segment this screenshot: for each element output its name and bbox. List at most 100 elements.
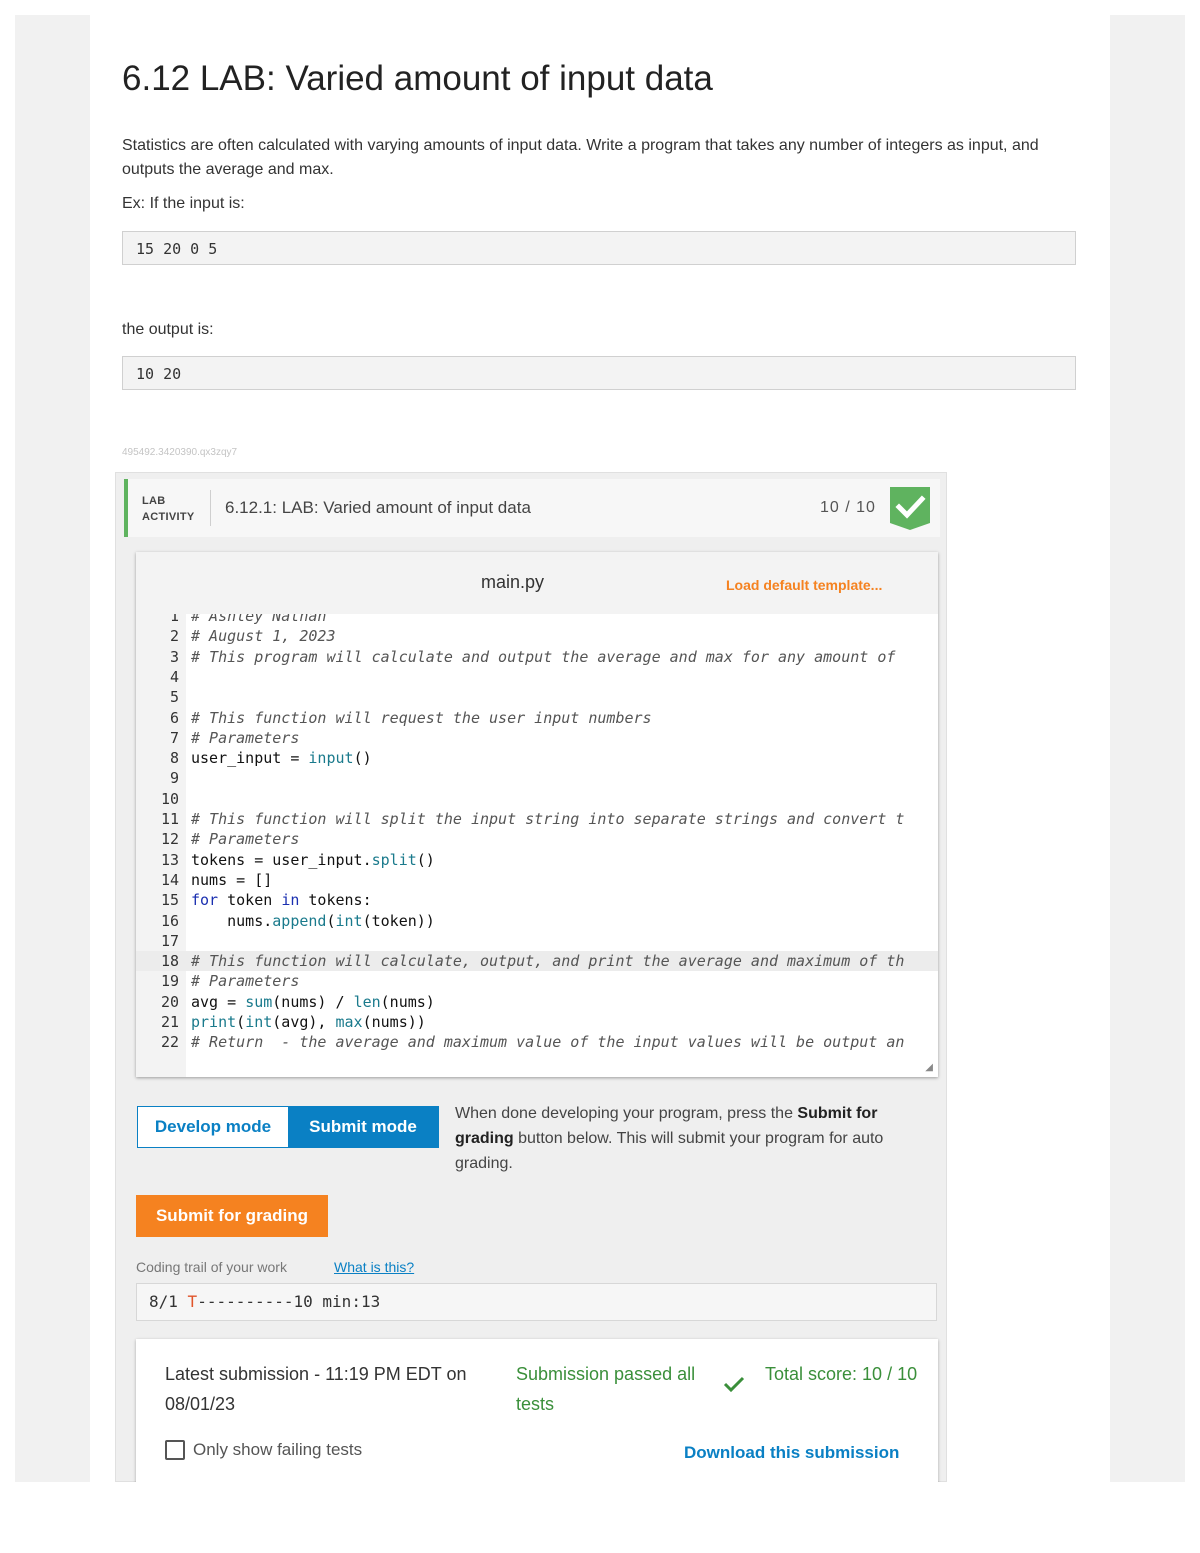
code-line[interactable]: 18 # This function will calculate, output…: [136, 951, 938, 972]
only-failing-checkbox[interactable]: [165, 1440, 185, 1460]
code-text: # August 1, 2023: [191, 627, 336, 646]
code-text: # This program will calculate and output…: [191, 647, 896, 666]
code-line[interactable]: 6 # This function will request the user i…: [136, 708, 938, 728]
lab-activity-tag: LAB ACTIVITY: [142, 493, 195, 525]
code-line[interactable]: 4: [136, 667, 938, 687]
lab-tag-line2: ACTIVITY: [142, 511, 195, 523]
code-line[interactable]: 10: [136, 789, 938, 809]
line-number: 9: [169, 769, 179, 788]
line-number: 21: [160, 1013, 179, 1031]
code-line[interactable]: 20 avg = sum(nums) / len(nums): [136, 992, 938, 1012]
code-line[interactable]: 8 user_input = input(): [136, 748, 938, 768]
code-text: for token in tokens:: [191, 891, 372, 910]
line-number: 4: [169, 667, 179, 686]
code-line[interactable]: 14 nums = []: [136, 870, 938, 890]
line-number: 16: [160, 911, 179, 930]
submission-result-panel: Latest submission - 11:19 PM EDT on 08/0…: [136, 1339, 938, 1482]
line-number: 11: [160, 810, 179, 828]
line-number: 13: [160, 850, 179, 869]
lab-page: 6.12 LAB: Varied amount of input data St…: [90, 15, 1110, 1482]
lab-activity-panel: LAB ACTIVITY 6.12.1: LAB: Varied amount …: [115, 472, 947, 1482]
code-line[interactable]: 17: [136, 931, 938, 951]
line-number: 3: [169, 647, 179, 666]
what-is-this-link[interactable]: What is this?: [334, 1259, 414, 1275]
resize-handle-icon[interactable]: ◢: [925, 1062, 933, 1073]
lab-activity-header: LAB ACTIVITY 6.12.1: LAB: Varied amount …: [124, 479, 940, 537]
check-badge-icon: [890, 487, 930, 530]
example-input-box: 15 20 0 5: [122, 231, 1076, 265]
line-number: 22: [160, 1033, 179, 1052]
coding-trail-marker: T: [187, 1292, 198, 1311]
lab-score: 10 / 10: [820, 499, 876, 516]
submit-mode-help: When done developing your program, press…: [455, 1101, 935, 1176]
problem-description: Statistics are often calculated with var…: [122, 137, 1039, 178]
code-line[interactable]: 5: [136, 687, 938, 707]
coding-trail-rest: ----------10 min:13: [197, 1292, 381, 1311]
file-name: main.py: [481, 572, 545, 592]
only-show-failing-toggle[interactable]: Only show failing tests: [165, 1440, 362, 1460]
lab-activity-title: 6.12.1: LAB: Varied amount of input data: [225, 498, 531, 517]
code-line[interactable]: 11 # This function will split the input s…: [136, 809, 938, 829]
code-line[interactable]: 7 # Parameters: [136, 728, 938, 748]
only-failing-label: Only show failing tests: [193, 1440, 363, 1459]
code-text: tokens = user_input.split(): [191, 850, 435, 869]
page-title: 6.12 LAB: Varied amount of input data: [122, 59, 713, 98]
lab-tag-line1: LAB: [142, 495, 166, 507]
line-number: 5: [169, 688, 179, 707]
line-number: 18: [160, 952, 179, 971]
develop-mode-button[interactable]: Develop mode: [138, 1107, 288, 1147]
line-number: 10: [160, 789, 179, 808]
line-number: 19: [160, 972, 179, 991]
code-text-area[interactable]: 1 # Ashley Nathan 2 # August 1, 2023 3 # This…: [136, 614, 938, 1077]
line-number: 8: [169, 749, 179, 768]
example-output-label: the output is:: [122, 321, 214, 338]
line-number: 17: [160, 931, 179, 950]
code-line[interactable]: 9: [136, 768, 938, 788]
line-number: 20: [160, 992, 179, 1011]
line-number: 2: [169, 627, 179, 646]
example-input-label: Ex: If the input is:: [122, 195, 245, 212]
header-divider: [210, 490, 211, 526]
code-text: user_input = input(): [191, 749, 372, 768]
total-score: Total score: 10 / 10: [765, 1364, 918, 1384]
line-number: 6: [169, 708, 179, 727]
submit-for-grading-button[interactable]: Submit for grading: [136, 1195, 328, 1237]
coding-trail-box: 8/1 T----------10 min:13: [136, 1283, 937, 1321]
code-text: # Parameters: [191, 830, 300, 849]
code-line[interactable]: 1 # Ashley Nathan: [136, 614, 938, 626]
load-default-template-link[interactable]: Load default template...: [726, 577, 882, 593]
line-number: 1: [169, 614, 179, 625]
code-line[interactable]: 22 # Return - the average and maximum val…: [136, 1032, 938, 1052]
code-line[interactable]: 21 print(int(avg), max(nums)): [136, 1012, 938, 1032]
submission-status: Submission passed all tests: [516, 1364, 696, 1414]
editor-header: main.py Load default template...: [136, 552, 938, 614]
code-line[interactable]: 16 nums.append(int(token)): [136, 911, 938, 931]
code-text: # Ashley Nathan: [191, 614, 327, 625]
code-line[interactable]: 3 # This program will calculate and outpu…: [136, 647, 938, 667]
line-number: 15: [160, 891, 179, 910]
code-text: # This function will split the input str…: [191, 810, 905, 828]
code-line[interactable]: 13 tokens = user_input.split(): [136, 850, 938, 870]
line-number: 14: [160, 870, 179, 889]
code-text: print(int(avg), max(nums)): [191, 1013, 426, 1031]
code-line[interactable]: 15 for token in tokens:: [136, 890, 938, 910]
code-text: avg = sum(nums) / len(nums): [191, 992, 435, 1011]
code-line[interactable]: 2 # August 1, 2023: [136, 626, 938, 646]
help-text-prefix: When done developing your program, press…: [455, 1105, 798, 1122]
activity-code: 495492.3420390.qx3zqy7: [122, 447, 238, 458]
download-submission-link[interactable]: Download this submission: [684, 1443, 899, 1463]
check-icon: [723, 1376, 745, 1393]
code-text: # This function will request the user in…: [191, 708, 652, 727]
latest-submission-text: Latest submission - 11:19 PM EDT on 08/0…: [165, 1364, 467, 1414]
code-text: # This function will calculate, output, …: [191, 952, 905, 971]
code-text: # Parameters: [191, 972, 300, 991]
coding-trail-date: 8/1: [149, 1292, 178, 1311]
coding-trail-label: Coding trail of your work: [136, 1259, 287, 1275]
code-text: # Parameters: [191, 728, 300, 747]
code-text: # Return - the average and maximum value…: [191, 1033, 905, 1052]
code-line[interactable]: 12 # Parameters: [136, 829, 938, 849]
submit-mode-button[interactable]: Submit mode: [288, 1107, 438, 1147]
code-line[interactable]: 19 # Parameters: [136, 971, 938, 991]
code-text: nums = []: [191, 870, 273, 889]
line-number: 7: [169, 728, 179, 747]
